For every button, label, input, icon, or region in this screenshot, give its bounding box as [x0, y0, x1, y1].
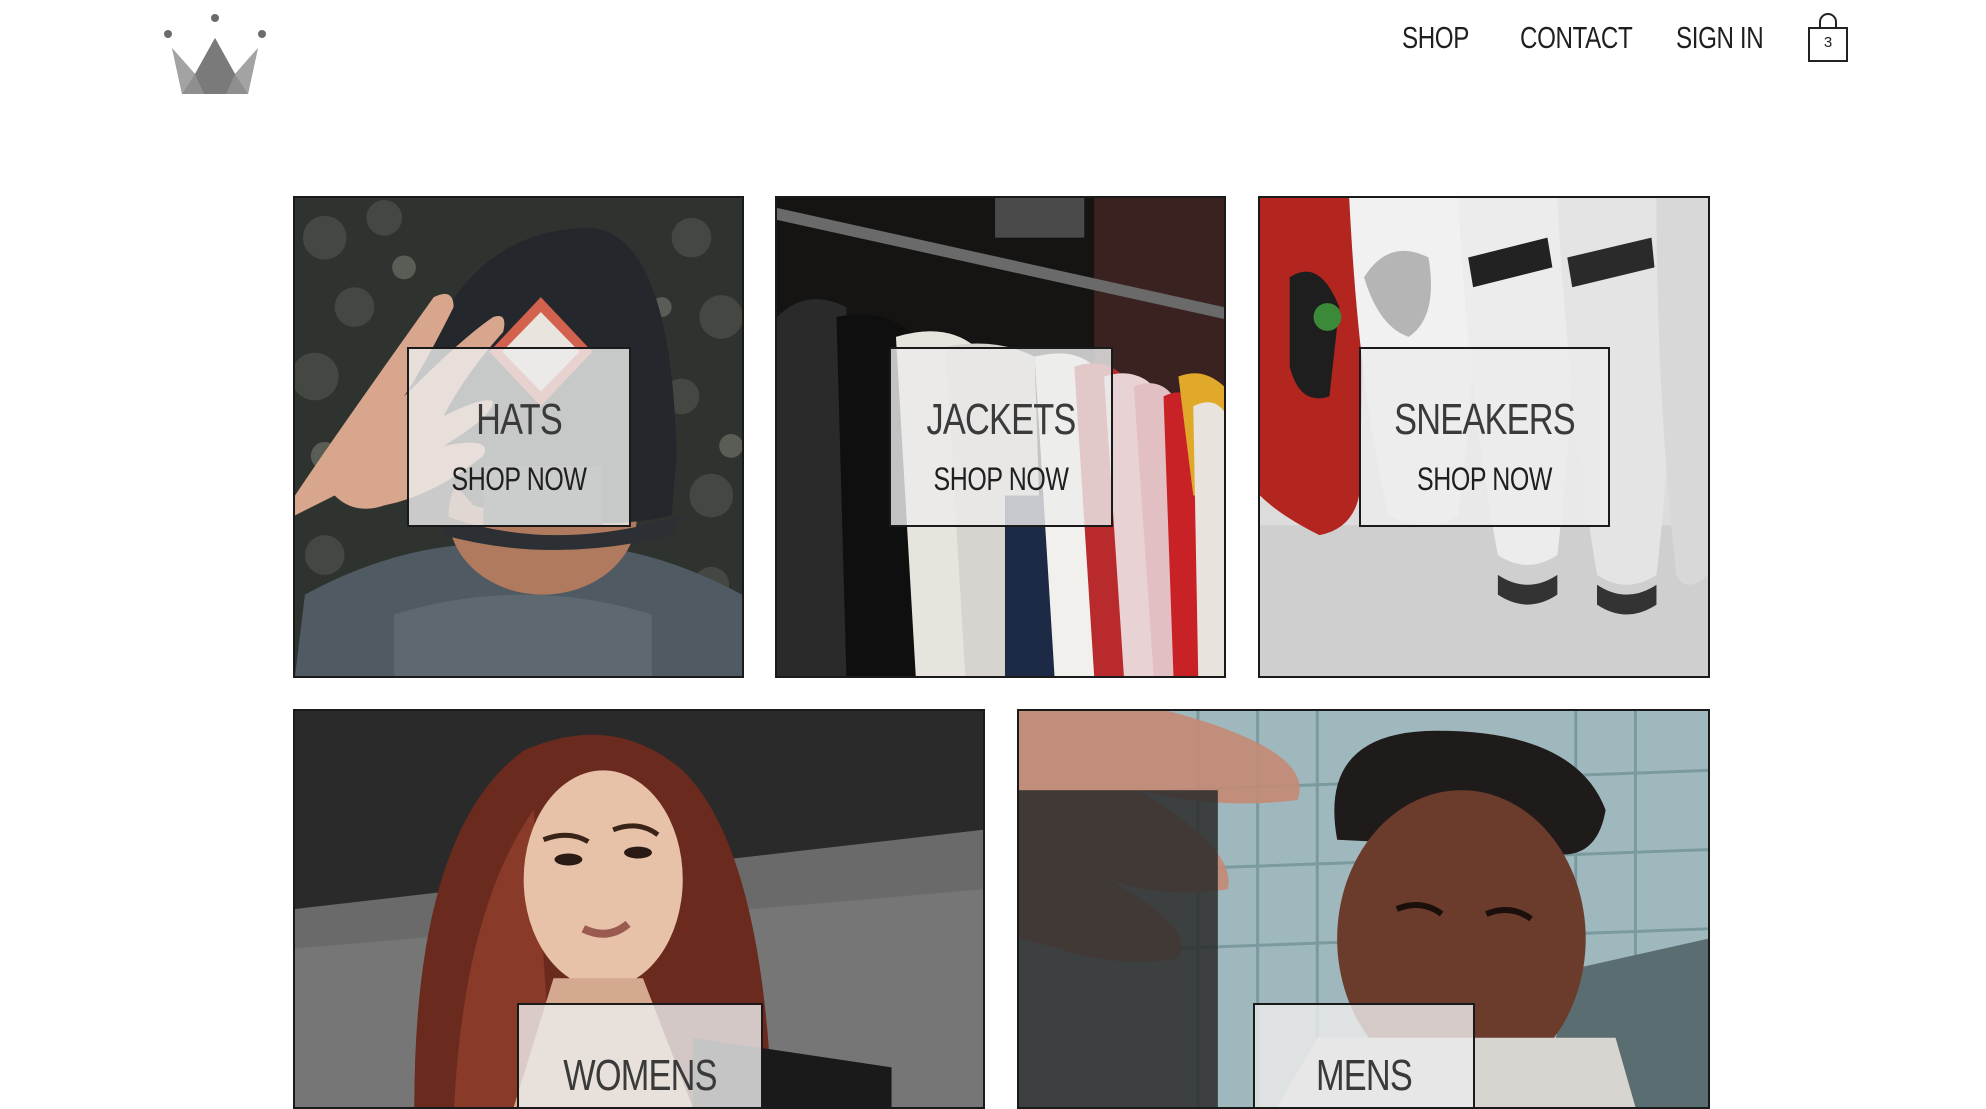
mens-label-box[interactable]: MENS — [1253, 1003, 1475, 1107]
jackets-title: JACKETS — [926, 395, 1076, 444]
category-tile-jackets[interactable]: JACKETS SHOP NOW — [775, 196, 1226, 678]
mens-title: MENS — [1315, 1051, 1413, 1100]
category-tile-hats[interactable]: HATS SHOP NOW — [293, 196, 744, 678]
sneakers-shop-now[interactable]: SHOP NOW — [1388, 461, 1581, 498]
nav-shop-link[interactable]: SHOP — [1402, 14, 1469, 62]
womens-title: WOMENS — [563, 1051, 717, 1100]
sneakers-label-box[interactable]: SNEAKERS SHOP NOW — [1359, 347, 1610, 527]
hats-shop-now[interactable]: SHOP NOW — [433, 461, 605, 498]
hats-title: HATS — [476, 395, 563, 444]
crown-icon[interactable] — [162, 14, 268, 96]
cart-item-count: 3 — [1823, 34, 1833, 51]
nav-contact-link[interactable]: CONTACT — [1520, 14, 1633, 62]
hats-label-box[interactable]: HATS SHOP NOW — [407, 347, 631, 527]
nav-sign-in-link[interactable]: SIGN IN — [1676, 14, 1764, 62]
site-header: SHOP CONTACT SIGN IN 3 — [0, 0, 1986, 110]
category-tile-sneakers[interactable]: SNEAKERS SHOP NOW — [1258, 196, 1710, 678]
jackets-label-box[interactable]: JACKETS SHOP NOW — [889, 347, 1113, 527]
womens-label-box[interactable]: WOMENS — [517, 1003, 763, 1107]
jackets-shop-now[interactable]: SHOP NOW — [915, 461, 1087, 498]
category-tile-mens[interactable]: MENS — [1017, 709, 1710, 1109]
sneakers-title: SNEAKERS — [1394, 395, 1575, 444]
cart-button[interactable]: 3 — [1808, 12, 1848, 62]
category-tile-womens[interactable]: WOMENS — [293, 709, 985, 1109]
